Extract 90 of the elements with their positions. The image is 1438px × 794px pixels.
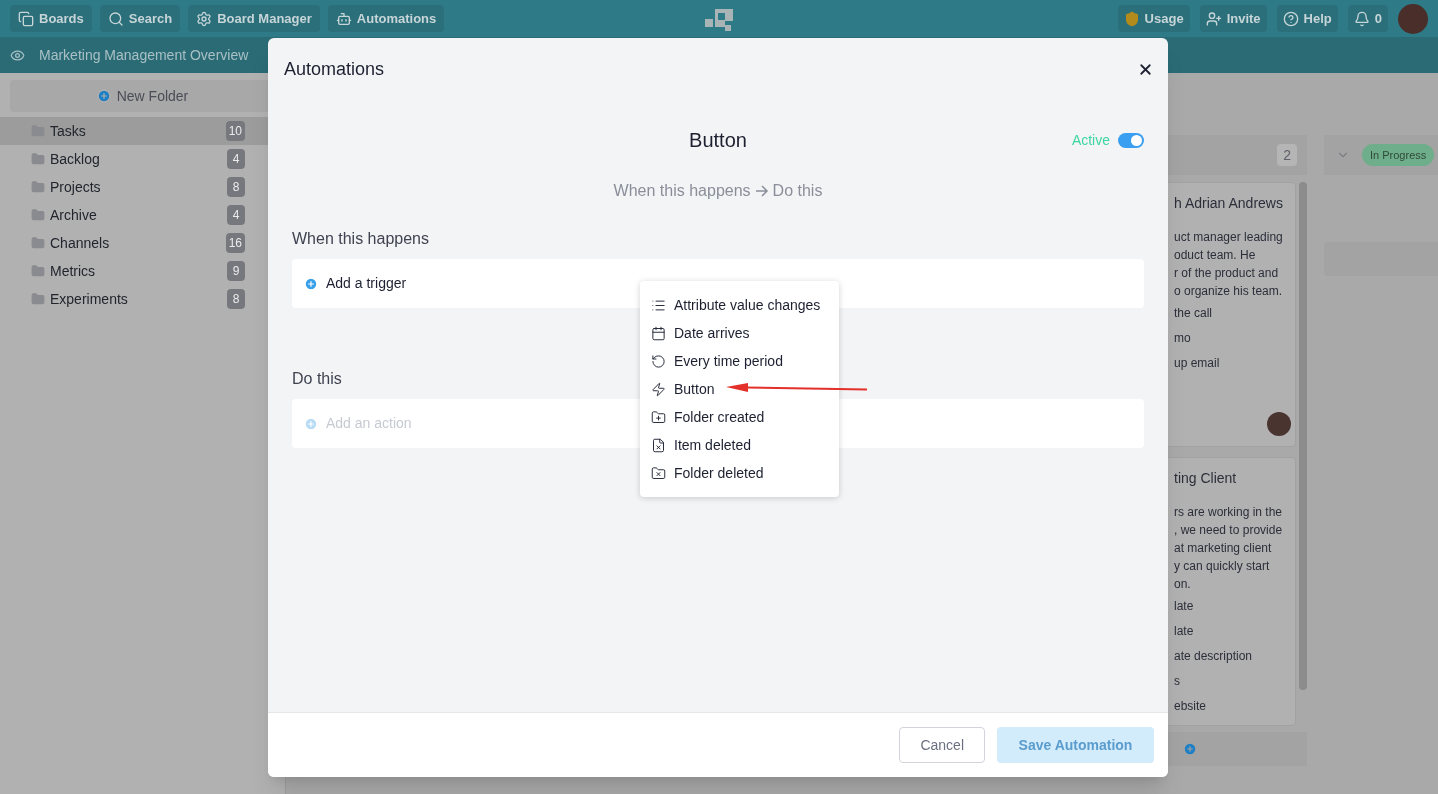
folder-count: 16 (225, 233, 245, 253)
nav-button[interactable]: Boards (10, 5, 92, 32)
card-description: rs are working in the (1174, 504, 1284, 521)
nav-button[interactable]: Search (99, 5, 181, 32)
card-description: o organize his team. (1174, 283, 1284, 300)
folder-icon (31, 236, 45, 250)
bell-icon (1353, 10, 1370, 27)
section-heading: Do this (292, 369, 342, 389)
shield-icon (1123, 10, 1140, 27)
card-description: , we need to provide (1174, 522, 1284, 539)
card-title: ting Client (1174, 469, 1238, 488)
active-toggle[interactable] (1118, 132, 1144, 148)
folder-icon (31, 180, 45, 194)
automation-name: Button (689, 128, 747, 153)
folder-name: Channels (50, 233, 111, 253)
column-count: 2 (1277, 144, 1297, 166)
eye-icon (10, 47, 25, 63)
card-description: r of the product and (1174, 265, 1280, 282)
menu-item[interactable]: Folder deleted (651, 462, 764, 484)
plus-icon (304, 416, 318, 431)
avatar[interactable] (1398, 3, 1428, 34)
lightning-icon (651, 381, 666, 397)
plus-icon (96, 89, 111, 103)
folder-icon (31, 264, 45, 278)
menu-item[interactable]: Folder created (651, 406, 765, 428)
search-icon (107, 10, 124, 27)
board-title: Marketing Management Overview (39, 45, 249, 65)
folder-plus-icon (651, 409, 666, 425)
menu-item[interactable]: Button (651, 378, 715, 400)
nav-button[interactable]: Board Manager (188, 5, 320, 32)
checklist-item: mo (1174, 330, 1192, 347)
folder-count: 4 (227, 205, 245, 225)
card-description: at marketing client (1174, 540, 1273, 557)
card-description: uct manager leading (1174, 229, 1284, 246)
checklist-item: late (1174, 623, 1195, 640)
folder-name: Experiments (50, 289, 129, 309)
menu-item[interactable]: Date arrives (651, 322, 750, 344)
flow-to: Do this (772, 181, 823, 201)
checklist-item: late (1174, 598, 1195, 615)
header-button[interactable]: Usage (1117, 5, 1190, 32)
calendar-icon (651, 325, 666, 341)
menu-item[interactable]: Every time period (651, 350, 783, 372)
card-description: on. (1174, 576, 1192, 593)
close-icon (1137, 61, 1154, 78)
checklist-item: the call (1174, 305, 1214, 322)
robot-icon (335, 10, 352, 27)
list-icon (651, 297, 666, 313)
add-card-icon[interactable] (1183, 742, 1197, 756)
folder-count: 8 (227, 289, 245, 309)
folder-count: 10 (225, 121, 245, 141)
card-description: oduct team. He (1174, 247, 1257, 264)
folder-name: Projects (50, 177, 102, 197)
arrow-right-icon (754, 185, 769, 197)
user-plus-icon (1205, 10, 1222, 27)
folder-name: Archive (50, 205, 98, 225)
menu-item[interactable]: Item deleted (651, 434, 752, 456)
folder-name: Backlog (50, 149, 101, 169)
folder-icon (31, 208, 45, 222)
active-label: Active (1071, 130, 1110, 150)
section-heading: When this happens (292, 229, 429, 249)
file-x-icon (651, 437, 666, 453)
scrollbar[interactable] (1299, 182, 1307, 690)
folder-icon (31, 152, 45, 166)
flow-from: When this happens (613, 181, 751, 201)
card-title: h Adrian Andrews (1174, 194, 1284, 213)
squares-icon (18, 10, 34, 27)
folder-name: Metrics (50, 261, 97, 281)
checklist-item: ebsite (1174, 698, 1208, 715)
status-tag: In Progress (1362, 144, 1435, 166)
folder-icon (31, 292, 45, 306)
folder-slash-icon (651, 465, 666, 481)
checklist-item: up email (1174, 355, 1221, 372)
checklist-item: ate description (1174, 648, 1254, 665)
folder-count: 8 (227, 177, 245, 197)
plus-icon (304, 276, 318, 291)
checklist-item: s (1174, 673, 1181, 690)
cancel-button[interactable]: Cancel (899, 727, 985, 763)
folder-count: 4 (227, 149, 245, 169)
dialog-title: Automations (284, 58, 385, 81)
nav-button[interactable]: Automations (327, 5, 445, 32)
folder-name: Tasks (50, 121, 87, 141)
card-description: y can quickly start (1174, 558, 1271, 575)
header-button[interactable]: 0 (1347, 5, 1388, 32)
header-button[interactable]: Help (1276, 5, 1338, 32)
settings-icon (196, 10, 213, 27)
folder-count: 9 (227, 261, 245, 281)
help-icon (1282, 10, 1299, 27)
header-button[interactable]: Invite (1199, 5, 1267, 32)
menu-item[interactable]: Attribute value changes (651, 294, 821, 316)
refresh-icon (651, 353, 666, 369)
